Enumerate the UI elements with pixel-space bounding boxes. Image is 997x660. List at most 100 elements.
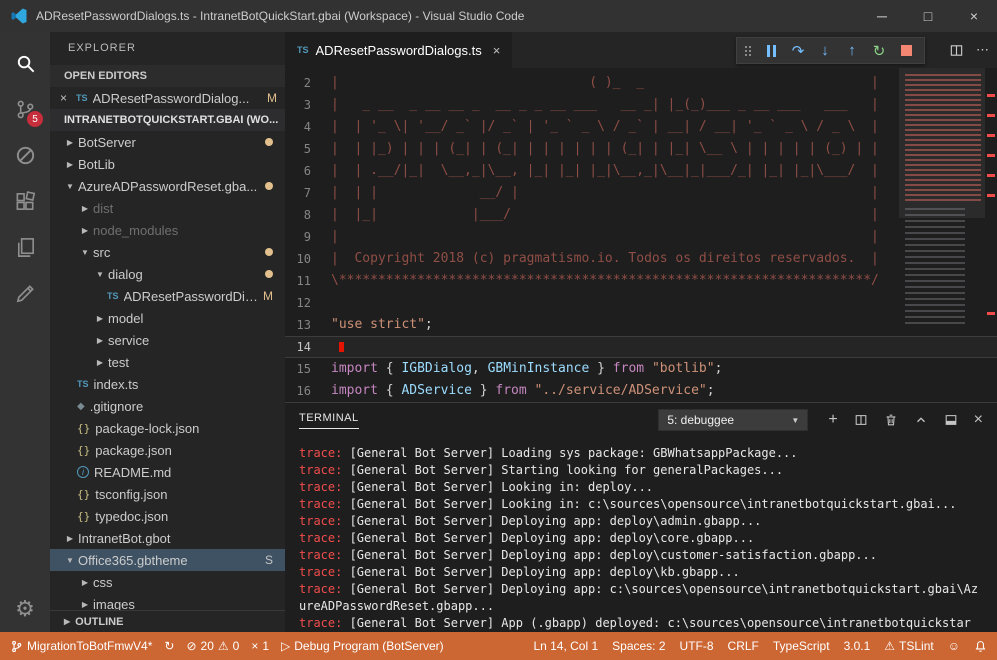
status-bar: MigrationToBotFmwV4* ↻ ⊘ 20 ⚠ 0 × 1 ▷ De… (0, 632, 997, 660)
trace-prefix: trace: (299, 514, 342, 528)
terminal-tab[interactable]: TERMINAL (299, 412, 359, 429)
open-editor-label: ADResetPasswordDialog... (93, 91, 250, 106)
open-editors-header[interactable]: OPEN EDITORS (50, 65, 285, 87)
cursor-position[interactable]: Ln 14, Col 1 (533, 639, 598, 653)
tree-item-node-modules[interactable]: ▶node_modules (50, 219, 285, 241)
step-into-button[interactable]: ↓ (813, 39, 837, 63)
tree-item-package-lock-json[interactable]: {}package-lock.json (50, 417, 285, 439)
extensions-activity-button[interactable] (0, 178, 50, 224)
sync-button[interactable]: ↻ (164, 639, 174, 653)
tree-item-office365-gbtheme[interactable]: ▼Office365.gbthemeS (50, 549, 285, 571)
workspace-header[interactable]: INTRANETBOTQUICKSTART.GBAI (WO... (50, 109, 285, 131)
cross-item[interactable]: × 1 (251, 639, 269, 653)
tree-item-dialog[interactable]: ▼dialog (50, 263, 285, 285)
tree-item-readme-md[interactable]: iREADME.md (50, 461, 285, 483)
debug-activity-button[interactable] (0, 132, 50, 178)
language-mode[interactable]: TypeScript (773, 639, 830, 653)
code-text: | ( )_ _ | (331, 72, 879, 94)
indentation[interactable]: Spaces: 2 (612, 639, 665, 653)
split-terminal-button[interactable] (854, 413, 868, 427)
close-tab-icon[interactable]: × (493, 43, 501, 58)
code-editor[interactable]: 2| ( )_ _ |3| _ __ _ __ __ _ __ _ _ __ _… (285, 68, 997, 402)
tree-item-images[interactable]: ▶images (50, 593, 285, 610)
chevron-right-icon[interactable]: ▶ (92, 358, 108, 367)
terminal-select[interactable]: 5: debuggee ▼ (658, 409, 808, 431)
step-over-button[interactable]: ↷ (786, 39, 810, 63)
open-editor-item[interactable]: × TS ADResetPasswordDialog... M (50, 87, 285, 109)
encoding[interactable]: UTF-8 (680, 639, 714, 653)
more-actions-icon[interactable]: ⋯ (976, 42, 989, 58)
notifications-bell-icon[interactable] (974, 640, 987, 653)
search-activity-button[interactable] (0, 40, 50, 86)
stop-button[interactable] (894, 39, 918, 63)
drag-handle-icon[interactable] (745, 50, 747, 52)
close-button[interactable]: × (951, 0, 997, 32)
terminal-line: trace: [General Bot Server] Starting loo… (299, 462, 983, 479)
tree-item-typedoc-json[interactable]: {}typedoc.json (50, 505, 285, 527)
tree-item-azureadpasswordreset-gba-[interactable]: ▼AzureADPasswordReset.gba... (50, 175, 285, 197)
chevron-right-icon[interactable]: ▶ (77, 578, 93, 587)
new-terminal-button[interactable]: + (828, 412, 837, 428)
files-activity-button[interactable] (0, 224, 50, 270)
tree-item-package-json[interactable]: {}package.json (50, 439, 285, 461)
restart-button[interactable]: ↻ (867, 39, 891, 63)
tree-item-src[interactable]: ▼src (50, 241, 285, 263)
tree-item-adresetpassworddial-[interactable]: TSADResetPasswordDial...M (50, 285, 285, 307)
feedback-smiley-icon[interactable]: ☺ (948, 639, 960, 653)
tree-item-tsconfig-json[interactable]: {}tsconfig.json (50, 483, 285, 505)
tree-item-intranetbot-gbot[interactable]: ▶IntranetBot.gbot (50, 527, 285, 549)
tree-item--gitignore[interactable]: ◆.gitignore (50, 395, 285, 417)
minimap[interactable] (899, 68, 985, 402)
toggle-panel-button[interactable] (944, 413, 958, 427)
split-editor-icon[interactable] (949, 43, 964, 58)
chevron-right-icon[interactable]: ▶ (77, 600, 93, 609)
ts-file-icon: TS (77, 379, 89, 389)
minimize-button[interactable]: ─ (859, 0, 905, 32)
chevron-right-icon[interactable]: ▶ (77, 204, 93, 213)
tree-item-botlib[interactable]: ▶BotLib (50, 153, 285, 175)
scrollbar[interactable] (985, 68, 997, 402)
eol-sequence[interactable]: CRLF (728, 639, 759, 653)
tree-item-model[interactable]: ▶model (50, 307, 285, 329)
pause-button[interactable] (759, 39, 783, 63)
settings-gear-icon[interactable]: ⚙ (0, 596, 50, 622)
chevron-right-icon[interactable]: ▶ (62, 534, 78, 543)
ts-version[interactable]: 3.0.1 (844, 639, 871, 653)
debug-status-item[interactable]: ▷ Debug Program (BotServer) (281, 639, 444, 653)
outline-header[interactable]: ▶ OUTLINE (50, 610, 285, 632)
step-out-button[interactable]: ↑ (840, 39, 864, 63)
chevron-down-icon[interactable]: ▼ (77, 248, 93, 257)
code-line: 7| | | __/ | | (285, 182, 997, 204)
tree-item-test[interactable]: ▶test (50, 351, 285, 373)
terminal-line: trace: [General Bot Server] Deploying ap… (299, 513, 983, 530)
chevron-right-icon[interactable]: ▶ (92, 314, 108, 323)
terminal-text: [General Bot Server] Looking in: c:\sour… (342, 497, 956, 511)
chevron-right-icon[interactable]: ▶ (62, 138, 78, 147)
chevron-down-icon[interactable]: ▼ (62, 182, 78, 191)
tree-item-dist[interactable]: ▶dist (50, 197, 285, 219)
tree-item-css[interactable]: ▶css (50, 571, 285, 593)
tree-item-botserver[interactable]: ▶BotServer (50, 131, 285, 153)
tab-adresetpassworddialogs[interactable]: TS ADResetPasswordDialogs.ts × (285, 32, 512, 68)
terminal-output[interactable]: trace: [General Bot Server] Loading sys … (285, 437, 997, 632)
chevron-down-icon[interactable]: ▼ (62, 556, 78, 565)
edit-activity-button[interactable] (0, 270, 50, 316)
chevron-right-icon[interactable]: ▶ (62, 160, 78, 169)
chevron-right-icon[interactable]: ▶ (77, 226, 93, 235)
maximize-button[interactable]: □ (905, 0, 951, 32)
problems-item[interactable]: ⊘ 20 ⚠ 0 (186, 639, 239, 653)
chevron-right-icon[interactable]: ▶ (92, 336, 108, 345)
trace-prefix: trace: (299, 446, 342, 460)
close-editor-icon[interactable]: × (60, 91, 76, 105)
code-text: | | |_) | | | (_| | (_| | | | | | | (_| … (331, 138, 879, 160)
kill-terminal-button[interactable] (884, 413, 898, 427)
tree-item-index-ts[interactable]: TSindex.ts (50, 373, 285, 395)
tslint-item[interactable]: ⚠ TSLint (884, 639, 933, 653)
tree-item-service[interactable]: ▶service (50, 329, 285, 351)
git-branch-item[interactable]: MigrationToBotFmwV4* (10, 639, 152, 653)
source-control-activity-button[interactable]: 5 (0, 86, 50, 132)
maximize-panel-button[interactable] (914, 413, 928, 427)
close-panel-button[interactable]: × (974, 412, 983, 428)
git-status-badge: S (265, 553, 273, 567)
chevron-down-icon[interactable]: ▼ (92, 270, 108, 279)
